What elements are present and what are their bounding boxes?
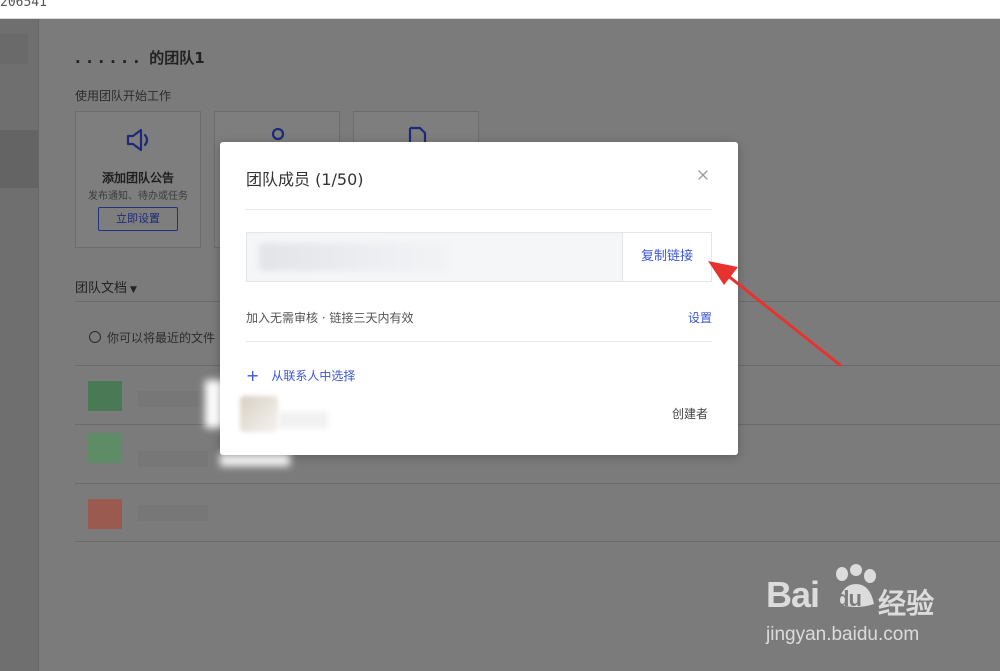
team-title: ...... 的团队1 bbox=[75, 49, 205, 67]
member-name bbox=[278, 412, 328, 428]
watermark-product: 经验 bbox=[878, 587, 935, 620]
clock-icon bbox=[89, 331, 101, 343]
red-arrow-annotation bbox=[708, 261, 842, 367]
add-from-contacts-button[interactable]: + 从联系人中选择 bbox=[246, 366, 355, 385]
team-members-dialog: 团队成员 (1/50) 复制链接 加入无需审核 · 链接三天内有效 设置 + 从联… bbox=[220, 142, 738, 455]
watermark-brand: Bai bbox=[766, 574, 820, 615]
baidu-jingyan-watermark: Bai du 经验 jingyan.baidu.com bbox=[766, 560, 986, 650]
presentation-file-icon[interactable] bbox=[88, 499, 122, 529]
table-row-divider bbox=[75, 541, 1000, 542]
card-description: 发布通知、待办或任务 bbox=[88, 191, 188, 202]
file-name[interactable] bbox=[138, 391, 208, 407]
close-icon[interactable] bbox=[696, 168, 710, 182]
card-title: 添加团队公告 bbox=[101, 171, 174, 185]
spreadsheet-file-icon[interactable] bbox=[88, 381, 122, 411]
caret-down-icon: ▼ bbox=[130, 285, 137, 295]
invite-link-field[interactable]: 复制链接 bbox=[246, 232, 712, 282]
url-text: 206541 bbox=[0, 0, 47, 10]
avatar bbox=[240, 396, 278, 432]
browser-address-bar[interactable]: 206541 bbox=[0, 0, 1000, 19]
invite-link-text bbox=[259, 243, 449, 271]
speaker-icon bbox=[126, 128, 149, 152]
dialog-title: 团队成员 (1/50) bbox=[246, 170, 364, 189]
file-name[interactable] bbox=[138, 505, 208, 521]
recent-files-hint: 你可以将最近的文件 bbox=[89, 329, 215, 346]
card-team-announcement[interactable]: 添加团队公告 发布通知、待办或任务 立即设置 bbox=[75, 111, 201, 248]
copy-link-button[interactable]: 复制链接 bbox=[622, 233, 711, 281]
dialog-divider bbox=[246, 209, 712, 210]
invite-note: 加入无需审核 · 链接三天内有效 bbox=[246, 311, 414, 325]
team-subtitle: 使用团队开始工作 bbox=[75, 89, 172, 103]
file-name[interactable] bbox=[138, 451, 208, 467]
dialog-divider bbox=[246, 341, 712, 342]
team-docs-dropdown[interactable]: 团队文档 ▼ bbox=[75, 277, 137, 296]
table-row-divider bbox=[75, 483, 1000, 484]
plus-icon: + bbox=[246, 366, 260, 385]
watermark-brand-suffix: du bbox=[836, 586, 862, 611]
spreadsheet-file-icon[interactable] bbox=[88, 433, 122, 463]
watermark-url: jingyan.baidu.com bbox=[766, 624, 920, 645]
setup-now-button[interactable]: 立即设置 bbox=[98, 207, 178, 231]
member-role-badge: 创建者 bbox=[672, 407, 709, 421]
